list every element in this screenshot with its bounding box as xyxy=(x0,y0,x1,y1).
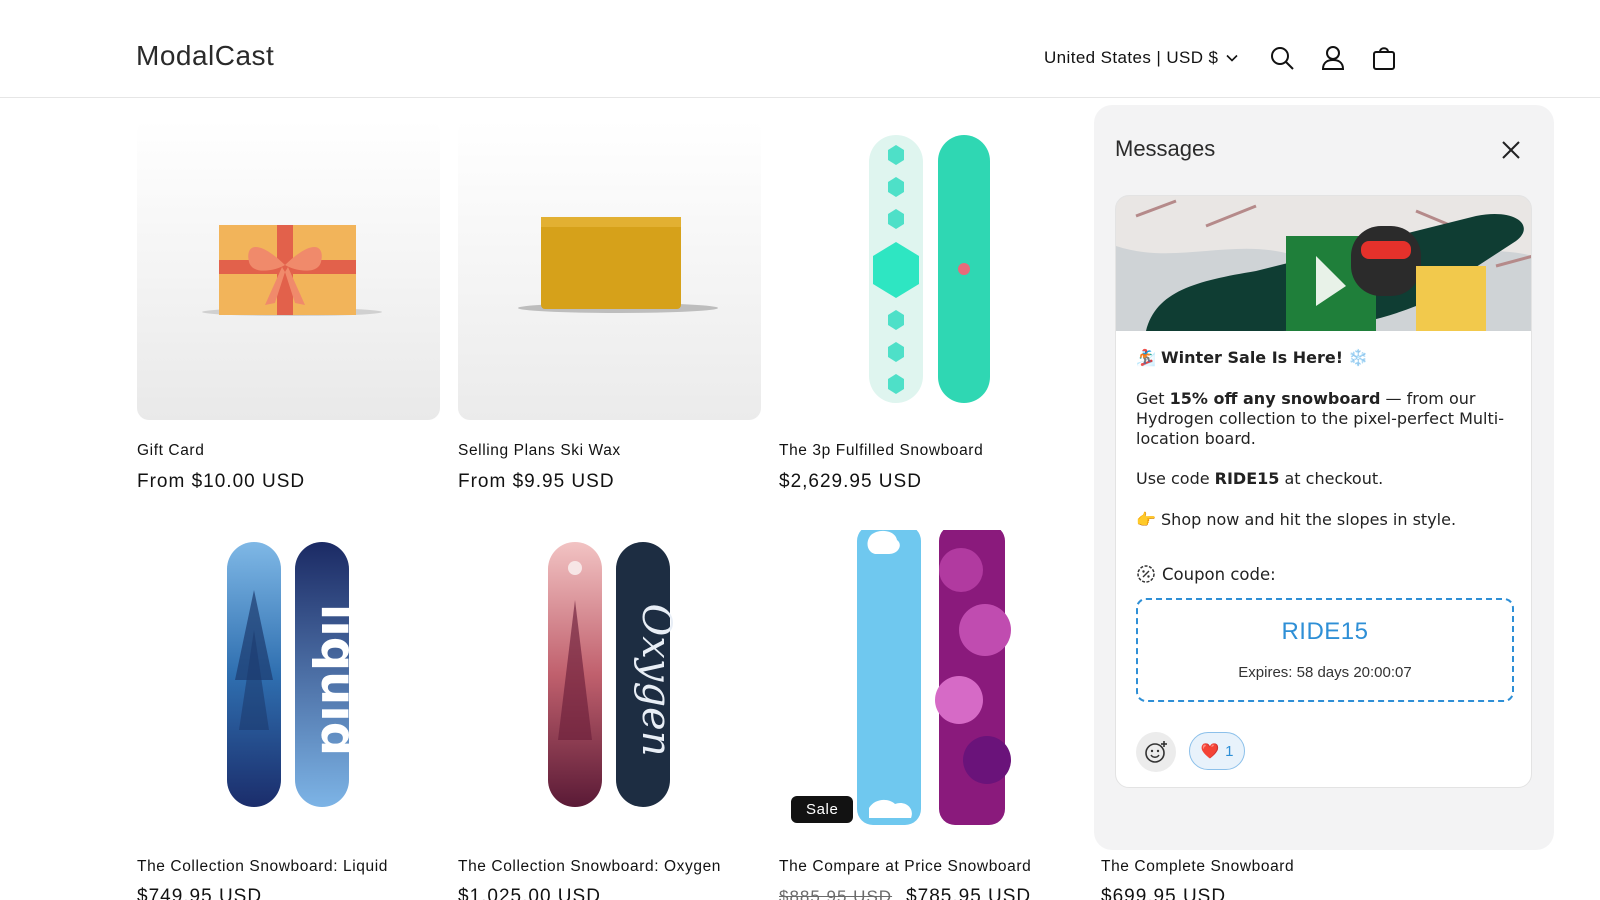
sale-price: $785.95 USD xyxy=(906,886,1032,900)
body-bold: 15% off any snowboard xyxy=(1169,389,1381,408)
product-price: $749.95 USD xyxy=(137,886,263,900)
product-image[interactable] xyxy=(137,120,440,420)
message-cta: 👉 Shop now and hit the slopes in style. xyxy=(1136,510,1516,530)
product-title[interactable]: Gift Card xyxy=(137,442,204,460)
search-icon[interactable] xyxy=(1267,43,1297,73)
code-line-suffix: at checkout. xyxy=(1279,469,1384,488)
compare-at-price: $885.95 USD xyxy=(779,887,893,900)
product-image[interactable] xyxy=(779,530,1082,830)
product-price: $1,025.00 USD xyxy=(458,886,601,900)
product-title[interactable]: Selling Plans Ski Wax xyxy=(458,442,621,460)
coupon-code[interactable]: RIDE15 xyxy=(1138,618,1512,646)
country-currency-selector[interactable]: United States | USD $ xyxy=(1044,48,1238,68)
sale-badge: Sale xyxy=(791,796,854,823)
product-image[interactable]: liquid xyxy=(137,530,440,830)
product-title[interactable]: The 3p Fulfilled Snowboard xyxy=(779,442,983,460)
add-reaction-button[interactable] xyxy=(1136,732,1176,772)
product-price: From $10.00 USD xyxy=(137,471,306,492)
product-card[interactable] xyxy=(779,120,1082,420)
messages-panel-title: Messages xyxy=(1115,136,1216,161)
product-card[interactable] xyxy=(137,120,440,420)
svg-text:Oxygen: Oxygen xyxy=(633,604,679,757)
body-prefix: Get xyxy=(1136,389,1170,408)
message-code-line: Use code RIDE15 at checkout. xyxy=(1136,469,1516,489)
product-title[interactable]: The Compare at Price Snowboard xyxy=(779,858,1031,876)
heart-icon: ❤️ xyxy=(1200,743,1220,760)
pointing-hand-emoji-icon: 👉 xyxy=(1136,510,1156,529)
product-title[interactable]: The Collection Snowboard: Liquid xyxy=(137,858,388,876)
cta-text: Shop now and hit the slopes in style. xyxy=(1161,510,1457,529)
store-logo[interactable]: ModalCast xyxy=(136,40,274,72)
product-card[interactable]: liquid xyxy=(137,530,440,830)
code-line-code: RIDE15 xyxy=(1214,469,1280,488)
product-image[interactable]: Oxygen xyxy=(458,530,761,830)
product-image[interactable] xyxy=(779,120,1082,420)
account-icon[interactable] xyxy=(1318,43,1348,73)
product-price: $699.95 USD xyxy=(1101,886,1227,900)
chevron-down-icon xyxy=(1226,54,1238,62)
country-selector-label: United States | USD $ xyxy=(1044,48,1219,67)
message-card: 🏂 Winter Sale Is Here! ❄️ Get 15% off an… xyxy=(1115,195,1532,788)
product-image[interactable] xyxy=(458,120,761,420)
product-title[interactable]: The Complete Snowboard xyxy=(1101,858,1294,876)
snowflake-emoji-icon: ❄️ xyxy=(1348,348,1369,367)
snowboarder-emoji-icon: 🏂 xyxy=(1136,348,1156,367)
cart-icon[interactable] xyxy=(1369,43,1399,73)
message-body: Get 15% off any snowboard — from our Hyd… xyxy=(1136,389,1516,449)
code-line-prefix: Use code xyxy=(1136,469,1215,488)
site-header: ModalCast United States | USD $ xyxy=(0,0,1600,98)
product-card[interactable] xyxy=(458,120,761,420)
product-card[interactable] xyxy=(779,530,1082,830)
message-headline: 🏂 Winter Sale Is Here! ❄️ xyxy=(1136,348,1516,368)
product-price: $2,629.95 USD xyxy=(779,471,922,492)
add-emoji-icon xyxy=(1145,741,1167,763)
svg-text:liquid: liquid xyxy=(310,604,366,756)
close-icon[interactable] xyxy=(1497,136,1525,164)
headline-text: Winter Sale Is Here! xyxy=(1161,348,1344,367)
discount-badge-icon xyxy=(1137,565,1155,583)
coupon-expiry: Expires: 58 days 20:00:07 xyxy=(1238,664,1412,681)
heart-reaction-button[interactable]: ❤️ 1 xyxy=(1189,732,1245,770)
message-banner-image xyxy=(1116,196,1531,331)
product-title[interactable]: The Collection Snowboard: Oxygen xyxy=(458,858,721,876)
coupon-label-text: Coupon code: xyxy=(1162,564,1276,584)
reaction-count: 1 xyxy=(1225,742,1234,760)
product-card[interactable]: Oxygen xyxy=(458,530,761,830)
coupon-code-box[interactable]: RIDE15 Expires: 58 days 20:00:07 xyxy=(1136,598,1514,702)
product-price: $885.95 USD $785.95 USD xyxy=(779,886,1031,900)
product-price: From $9.95 USD xyxy=(458,471,615,492)
coupon-label: Coupon code: xyxy=(1136,564,1276,584)
